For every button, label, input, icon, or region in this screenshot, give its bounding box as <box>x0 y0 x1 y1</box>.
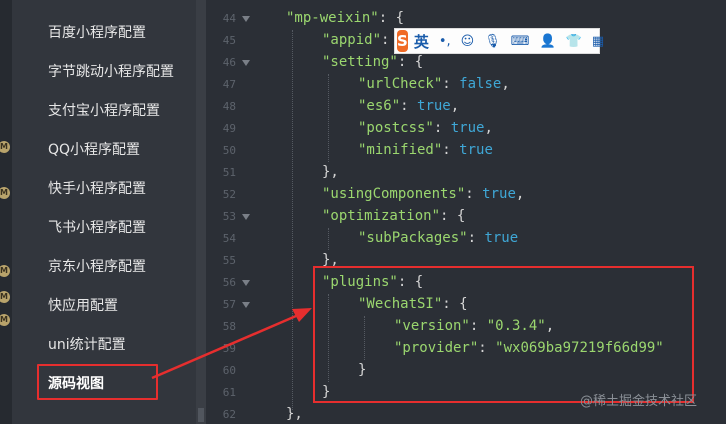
line-number: 44 <box>222 12 236 25</box>
modified-badge-icon: M <box>0 141 10 153</box>
code-line: "minified": true <box>358 142 493 158</box>
line-number: 55 <box>222 254 236 267</box>
code-line: "optimization": { <box>322 208 466 224</box>
left-gutter: M M M M M <box>0 0 12 424</box>
sogou-logo-icon[interactable]: S <box>397 30 408 52</box>
fold-arrow-icon[interactable] <box>242 16 250 22</box>
line-number: 54 <box>222 232 236 245</box>
line-number: 47 <box>222 78 236 91</box>
fold-arrow-icon[interactable] <box>242 302 250 308</box>
modified-badge-icon: M <box>0 314 10 326</box>
sidebar-item-feishu[interactable]: 飞书小程序配置 <box>48 217 146 237</box>
line-number: 51 <box>222 166 236 179</box>
sidebar-item-kuaishou[interactable]: 快手小程序配置 <box>48 178 146 198</box>
code-line: "subPackages": true <box>358 230 519 246</box>
sidebar-item-quickapp[interactable]: 快应用配置 <box>48 295 118 315</box>
ime-toolbar: S 英 •, ☺ 🎙 ⌨ 👤 👕 ▦ <box>394 28 604 54</box>
grid-icon[interactable]: ▦ <box>592 34 604 49</box>
line-number: 48 <box>222 100 236 113</box>
sidebar-item-baidu[interactable]: 百度小程序配置 <box>48 22 146 42</box>
line-number: 53 <box>222 210 236 223</box>
sidebar-scrollbar-thumb[interactable] <box>198 408 204 422</box>
code-line: "setting": { <box>322 54 424 70</box>
fold-arrow-icon[interactable] <box>242 60 250 66</box>
modified-badge-icon: M <box>0 265 10 277</box>
code-line: "urlCheck": false, <box>358 76 510 92</box>
line-number: 56 <box>222 276 236 289</box>
sidebar-item-jd[interactable]: 京东小程序配置 <box>48 256 146 276</box>
code-line: "usingComponents": true, <box>322 186 525 202</box>
code-line: "appid": <box>322 32 390 48</box>
keyboard-icon[interactable]: ⌨ <box>511 34 530 49</box>
sidebar-item-alipay[interactable]: 支付宝小程序配置 <box>48 100 160 120</box>
fold-arrow-icon[interactable] <box>242 280 250 286</box>
ime-language-toggle[interactable]: 英 <box>414 31 429 52</box>
smiley-icon[interactable]: ☺ <box>461 34 475 49</box>
line-number: 50 <box>222 144 236 157</box>
line-number: 61 <box>222 386 236 399</box>
sidebar-item-qq[interactable]: QQ小程序配置 <box>48 139 140 159</box>
line-number: 62 <box>222 408 236 421</box>
code-line: "es6": true, <box>358 98 460 114</box>
line-number: 46 <box>222 56 236 69</box>
watermark: @稀土掘金技术社区 <box>580 394 698 409</box>
sidebar-item-toutiao[interactable]: 字节跳动小程序配置 <box>48 61 174 81</box>
indent-guide <box>328 74 329 162</box>
source-view-highlight-box <box>37 364 158 400</box>
indent-guide <box>328 228 329 250</box>
mic-icon[interactable]: 🎙 <box>484 34 501 49</box>
sidebar-item-uni-stat[interactable]: uni统计配置 <box>48 334 126 354</box>
line-number: 57 <box>222 298 236 311</box>
modified-badge-icon: M <box>0 291 10 303</box>
indent-guide <box>292 30 293 410</box>
code-line: }, <box>286 406 303 422</box>
line-number: 52 <box>222 188 236 201</box>
shirt-icon[interactable]: 👕 <box>566 34 582 49</box>
plugins-highlight-box <box>313 266 694 403</box>
code-line: "postcss": true, <box>358 120 493 136</box>
line-number: 60 <box>222 364 236 377</box>
modified-badge-icon: M <box>0 187 10 199</box>
sidebar-scrollbar[interactable] <box>196 0 206 424</box>
line-number: 59 <box>222 342 236 355</box>
fold-arrow-icon[interactable] <box>242 214 250 220</box>
ime-punctuation-toggle[interactable]: •, <box>439 34 451 49</box>
line-number: 58 <box>222 320 236 333</box>
manifest-config-sidebar: 百度小程序配置 字节跳动小程序配置 支付宝小程序配置 QQ小程序配置 快手小程序… <box>12 0 196 424</box>
code-line: "mp-weixin": { <box>286 10 405 26</box>
user-icon[interactable]: 👤 <box>539 34 555 49</box>
line-number: 49 <box>222 122 236 135</box>
code-line: }, <box>322 164 339 180</box>
line-number: 45 <box>222 34 236 47</box>
